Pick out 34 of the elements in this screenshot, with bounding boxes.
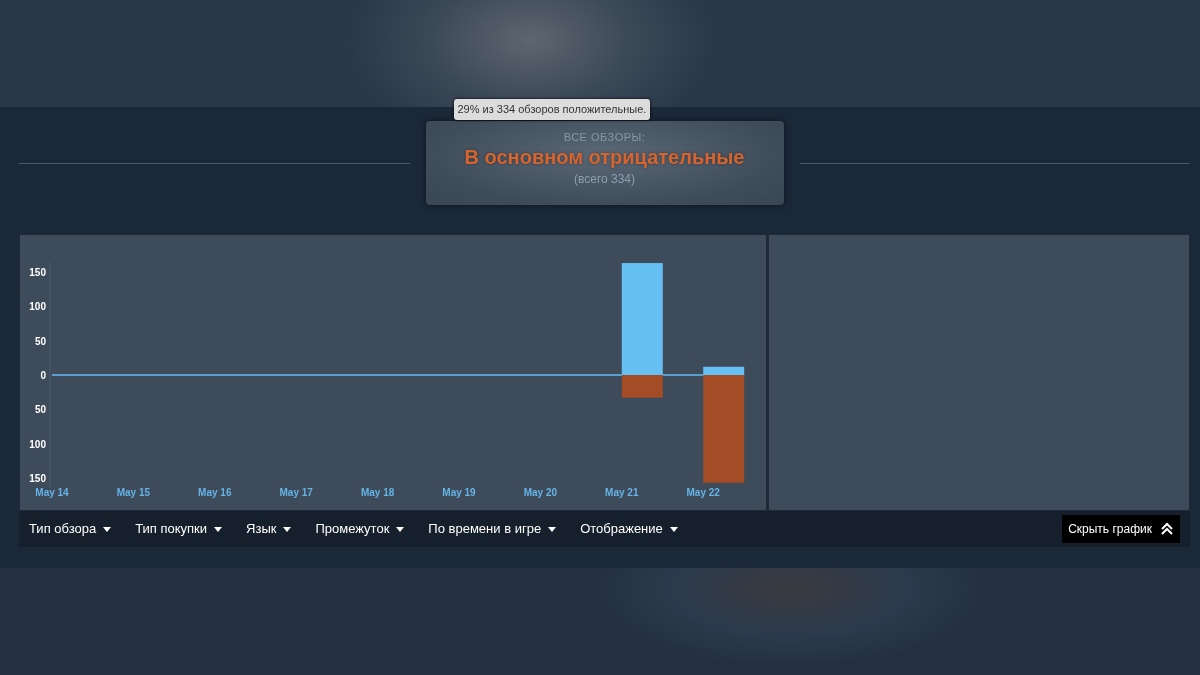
x-tick-label: May 21 — [605, 487, 639, 498]
x-tick-label: May 18 — [360, 487, 395, 498]
y-tick-label: 50 — [34, 335, 46, 347]
caret-icon — [548, 526, 557, 532]
x-tick-label: May 16 — [198, 487, 232, 498]
caret-icon — [103, 526, 112, 532]
hide-graph-button[interactable]: Скрыть график — [1062, 515, 1180, 543]
y-tick-label: 100 — [29, 438, 46, 450]
caret-icon — [283, 526, 292, 532]
total-count: (всего 334) — [572, 171, 637, 188]
filter-dropdown[interactable]: Язык — [246, 519, 292, 539]
summary-label: ВСЕ ОБЗОРЫ: — [562, 131, 647, 144]
x-tick-label: May 20 — [523, 487, 558, 498]
tooltip: 29% из 334 обзоров положительные. — [453, 99, 651, 120]
x-tick-label: May 15 — [116, 487, 151, 498]
filter-dropdown[interactable]: По времени в игре — [428, 519, 557, 539]
y-tick-label: 0 — [40, 370, 46, 381]
caret-icon — [669, 526, 678, 532]
y-tick-label: 50 — [34, 404, 46, 416]
filter-dropdown[interactable]: Отображение — [580, 519, 678, 539]
double-chevron-up-icon — [1160, 522, 1174, 536]
filter-dropdown[interactable]: Промежуток — [315, 519, 405, 539]
x-tick-label: May 19 — [442, 487, 476, 498]
x-tick-label: May 17 — [279, 487, 313, 498]
y-tick-label: 100 — [29, 301, 46, 313]
y-tick-label: 150 — [29, 473, 46, 484]
filter-dropdown[interactable]: Тип покупки — [135, 519, 223, 539]
filter-dropdown[interactable]: Тип обзора — [29, 519, 112, 539]
rating-text: В основном отрицательные — [463, 145, 746, 170]
y-tick-label: 150 — [29, 267, 46, 278]
caret-icon — [396, 526, 405, 532]
x-tick-label: May 22 — [686, 487, 720, 498]
x-tick-label: May 14 — [35, 487, 69, 498]
caret-icon — [214, 526, 223, 532]
